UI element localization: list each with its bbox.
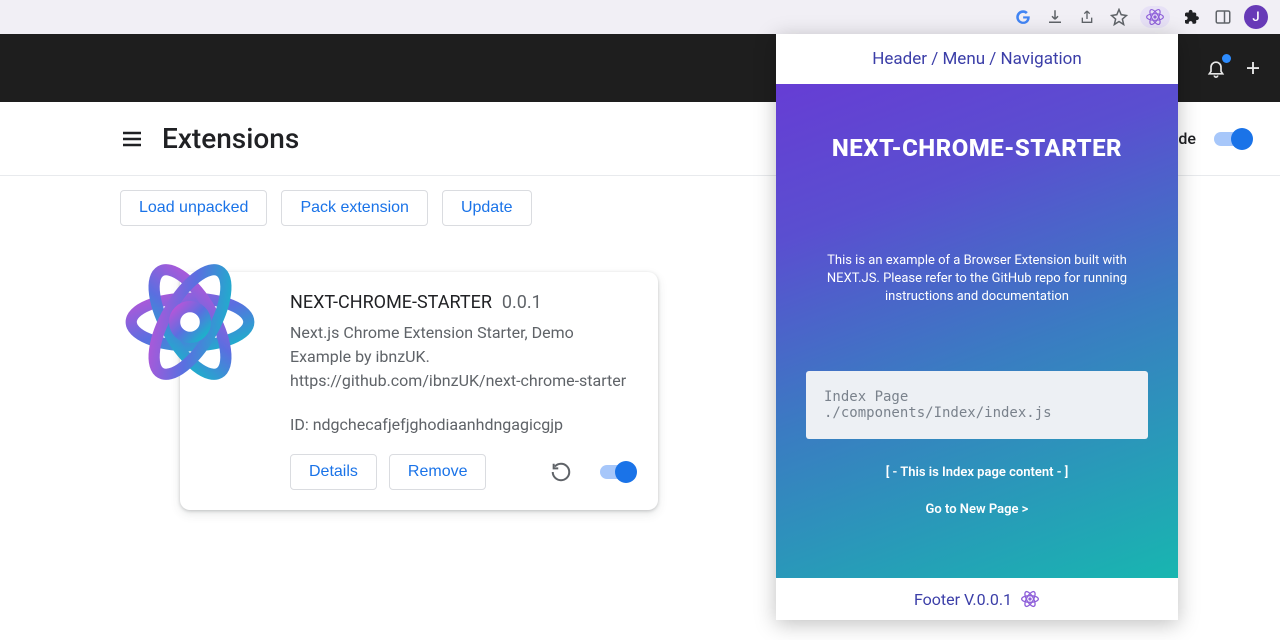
card-actions: Details Remove <box>290 454 634 490</box>
profile-avatar[interactable]: J <box>1244 5 1268 29</box>
side-panel-icon[interactable] <box>1212 6 1234 28</box>
extension-popup: Header / Menu / Navigation NEXT-CHROME-S… <box>776 34 1178 620</box>
popup-note: [ - This is Index page content - ] <box>886 465 1069 480</box>
popup-body: NEXT-CHROME-STARTER This is an example o… <box>776 84 1178 578</box>
extension-id: ID: ndgchecafjefjghodiaanhdngagicgjp <box>290 415 634 434</box>
extension-name: NEXT-CHROME-STARTER <box>290 292 492 313</box>
extension-card: NEXT-CHROME-STARTER 0.0.1 Next.js Chrome… <box>180 272 658 510</box>
popup-footer: Footer V.0.0.1 <box>776 578 1178 620</box>
popup-title: NEXT-CHROME-STARTER <box>832 134 1122 162</box>
extension-description: Next.js Chrome Extension Starter, Demo E… <box>290 321 634 393</box>
google-icon[interactable] <box>1012 6 1034 28</box>
reload-icon[interactable] <box>550 461 572 483</box>
extension-enable-toggle[interactable] <box>600 465 634 479</box>
popup-description: This is an example of a Browser Extensio… <box>822 252 1132 307</box>
popup-header[interactable]: Header / Menu / Navigation <box>776 34 1178 84</box>
extensions-puzzle-icon[interactable] <box>1180 6 1202 28</box>
react-icon <box>1020 589 1040 609</box>
extension-logo <box>120 252 260 392</box>
browser-toolbar: J <box>0 0 1280 34</box>
popup-footer-text: Footer V.0.0.1 <box>914 590 1012 609</box>
bell-icon[interactable] <box>1206 58 1226 78</box>
extension-version: 0.0.1 <box>502 292 542 313</box>
menu-icon[interactable] <box>120 127 144 151</box>
active-extension-icon[interactable] <box>1140 6 1170 28</box>
update-button[interactable]: Update <box>442 190 532 226</box>
share-icon[interactable] <box>1076 6 1098 28</box>
popup-go-link[interactable]: Go to New Page > <box>926 502 1029 517</box>
plus-icon[interactable] <box>1244 59 1262 77</box>
remove-button[interactable]: Remove <box>389 454 487 490</box>
download-icon[interactable] <box>1044 6 1066 28</box>
developer-mode-toggle[interactable] <box>1214 132 1250 146</box>
load-unpacked-button[interactable]: Load unpacked <box>120 190 267 226</box>
star-icon[interactable] <box>1108 6 1130 28</box>
pack-extension-button[interactable]: Pack extension <box>281 190 428 226</box>
popup-code-box: Index Page ./components/Index/index.js <box>806 371 1148 439</box>
details-button[interactable]: Details <box>290 454 377 490</box>
